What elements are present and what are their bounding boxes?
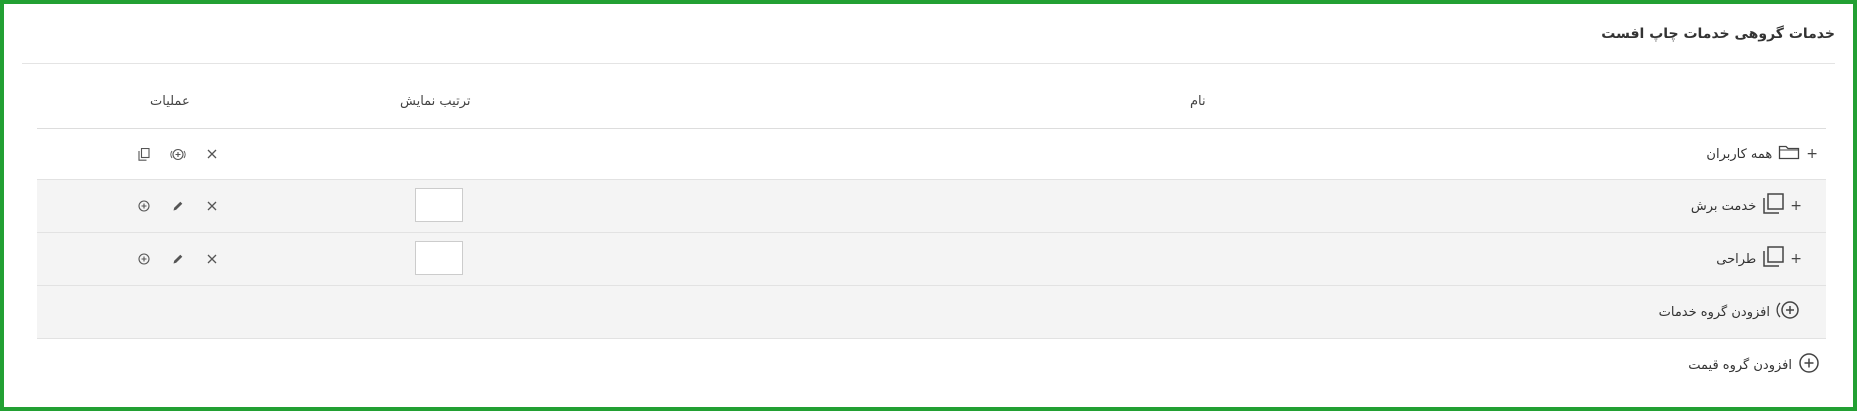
expand-toggle[interactable]: + [1790,198,1802,214]
add-price-group-link[interactable]: افزودن گروه قیمت [1688,339,1820,391]
table-row-all-users: + همه کاربران [37,129,1826,180]
delete-icon[interactable] [195,129,229,179]
duplicate-icon[interactable] [127,129,161,179]
groups-table: نام ترتیب نمایش عملیات + همه کاربران + خ… [37,80,1826,391]
table-row-cutting-service: + خدمت برش [37,180,1826,233]
add-circle-icon[interactable] [127,233,161,285]
table-row-add-price-group: افزودن گروه قیمت [37,339,1826,391]
table-row-design: + طراحی [37,233,1826,286]
add-circle-icon[interactable] [127,180,161,232]
expand-toggle[interactable]: + [1806,146,1818,162]
expand-toggle[interactable]: + [1790,251,1802,267]
add-subitem-icon[interactable] [161,129,195,179]
table-row-add-service-group: افزودن گروه خدمات [37,286,1826,339]
add-service-group-label: افزودن گروه خدمات [1658,304,1770,320]
panel-title: خدمات گروهی خدمات چاپ افست [1601,26,1835,42]
header-operations: عملیات [150,94,190,109]
title-divider [22,63,1835,64]
name-cell: + طراحی [1716,233,1802,285]
copy-icon [1762,193,1785,219]
edit-pencil-icon[interactable] [161,233,195,285]
delete-icon[interactable] [195,180,229,232]
edit-pencil-icon[interactable] [161,180,195,232]
add-circle-icon [1798,352,1820,378]
add-price-group-label: افزودن گروه قیمت [1688,357,1792,373]
folder-icon [1778,144,1800,164]
name-cell: + خدمت برش [1691,180,1802,232]
header-display-order: ترتیب نمایش [400,94,471,109]
delete-icon[interactable] [195,233,229,285]
row-label: همه کاربران [1706,146,1773,162]
add-service-group-link[interactable]: افزودن گروه خدمات [1659,286,1802,338]
name-cell: + همه کاربران [1706,129,1818,179]
row-label: خدمت برش [1690,198,1757,214]
add-circle-icon [1776,299,1802,325]
display-order-input[interactable] [415,241,463,275]
table-header: نام ترتیب نمایش عملیات [37,80,1826,129]
panel-frame: خدمات گروهی خدمات چاپ افست نام ترتیب نما… [0,0,1857,411]
header-name: نام [1190,94,1206,109]
row-operations [127,129,229,179]
row-operations [127,180,229,232]
display-order-input[interactable] [415,188,463,222]
copy-icon [1762,246,1785,272]
row-label: طراحی [1716,251,1757,267]
row-operations [127,233,229,285]
